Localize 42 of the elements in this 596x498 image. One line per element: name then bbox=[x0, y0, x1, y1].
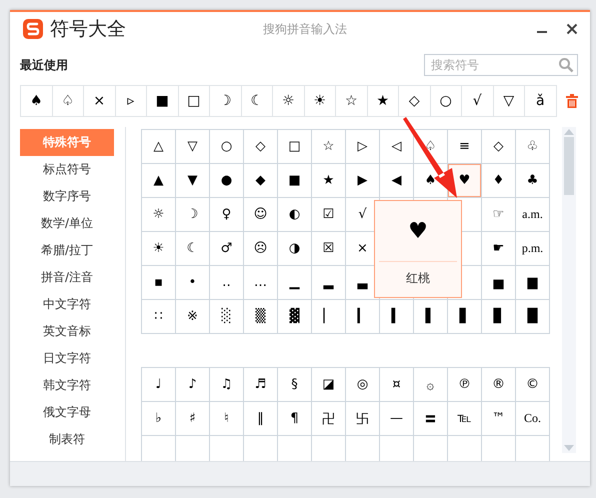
category-tab[interactable]: 中文字符 bbox=[20, 291, 114, 318]
search-field[interactable]: 搜索符号 bbox=[424, 54, 578, 76]
category-tab[interactable]: 希腊/拉丁 bbox=[20, 237, 114, 264]
recent-symbol[interactable]: × bbox=[84, 85, 116, 117]
category-tab[interactable]: 拼音/注音 bbox=[20, 264, 114, 291]
recent-symbol[interactable]: □ bbox=[178, 85, 210, 117]
recent-symbol[interactable]: ☽ bbox=[210, 85, 242, 117]
category-tab[interactable]: 英文音标 bbox=[20, 318, 114, 345]
recent-symbol[interactable]: ■ bbox=[147, 85, 178, 117]
recent-symbol[interactable]: ▽ bbox=[494, 85, 525, 117]
scrollbar[interactable] bbox=[562, 127, 576, 453]
recent-symbol[interactable]: √ bbox=[462, 85, 494, 117]
window-title: 符号大全 bbox=[50, 17, 126, 42]
recent-symbol[interactable]: ☾ bbox=[242, 85, 273, 117]
close-icon[interactable] bbox=[566, 23, 578, 35]
tooltip-name: 红桃 bbox=[379, 261, 457, 287]
recent-symbol[interactable]: ☼ bbox=[273, 85, 304, 117]
section-label: 最近使用 bbox=[20, 56, 68, 74]
category-tab[interactable]: 日文字符 bbox=[20, 345, 114, 372]
scroll-thumb[interactable] bbox=[564, 137, 574, 195]
recent-symbol[interactable]: ǎ bbox=[525, 85, 556, 117]
scroll-up-icon[interactable] bbox=[564, 129, 574, 135]
recent-symbol[interactable]: ○ bbox=[430, 85, 462, 117]
tooltip-symbol: ♥ bbox=[408, 219, 428, 246]
recent-symbol[interactable]: ☆ bbox=[336, 85, 368, 117]
category-tab[interactable]: 数字序号 bbox=[20, 183, 114, 210]
trash-icon[interactable] bbox=[566, 94, 578, 108]
recent-symbol[interactable]: ♤ bbox=[52, 85, 84, 117]
logo-icon bbox=[22, 18, 44, 40]
app-name: 搜狗拼音输入法 bbox=[262, 20, 348, 38]
recent-symbol[interactable]: ▹ bbox=[116, 85, 147, 117]
category-tab[interactable]: 制表符 bbox=[20, 426, 114, 453]
category-tab[interactable]: 标点符号 bbox=[20, 156, 114, 183]
search-icon[interactable] bbox=[558, 57, 574, 73]
category-tab[interactable]: 数学/单位 bbox=[20, 210, 114, 237]
recent-symbol[interactable]: ♠ bbox=[21, 85, 52, 117]
recent-symbol[interactable]: ◇ bbox=[399, 85, 430, 117]
recent-symbol[interactable]: ★ bbox=[368, 85, 399, 117]
recent-symbol[interactable]: ☀ bbox=[304, 85, 336, 117]
scroll-down-icon[interactable] bbox=[564, 445, 574, 451]
category-tab[interactable]: 俄文字母 bbox=[20, 399, 114, 426]
category-tab[interactable]: 韩文字符 bbox=[20, 372, 114, 399]
